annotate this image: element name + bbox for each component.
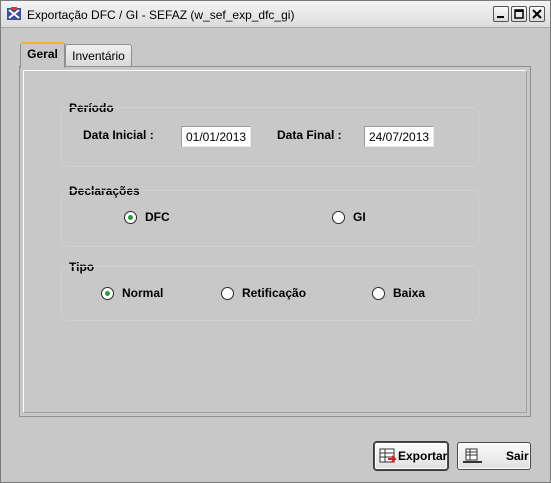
radio-dfc-label: DFC xyxy=(145,210,170,224)
radio-gi-label: GI xyxy=(353,210,366,224)
start-date-label: Data Inicial : xyxy=(83,128,154,142)
title-bar[interactable]: Exportação DFC / GI - SEFAZ (w_sef_exp_d… xyxy=(1,1,550,28)
export-icon xyxy=(379,448,397,463)
exit-button-label: Sair xyxy=(506,449,529,463)
radio-circle xyxy=(372,286,385,300)
radio-gi[interactable]: GI xyxy=(332,210,366,224)
tab-panel-geral: Período Data Inicial : Data Final : Decl… xyxy=(19,66,531,417)
radio-retificacao-label: Retificação xyxy=(242,286,307,300)
radio-circle xyxy=(221,286,234,300)
tab-inventario[interactable]: Inventário xyxy=(65,44,132,68)
radio-dfc[interactable]: DFC xyxy=(124,210,170,224)
export-button[interactable]: Exportar xyxy=(373,441,449,471)
radio-normal[interactable]: Normal xyxy=(101,286,163,300)
maximize-button[interactable] xyxy=(511,6,527,22)
radio-selected-dot xyxy=(128,214,133,220)
radio-selected-dot xyxy=(105,290,110,296)
start-date-input[interactable] xyxy=(181,126,251,147)
tab-geral[interactable]: Geral xyxy=(20,42,65,68)
radio-circle xyxy=(101,286,114,300)
main-window: Exportação DFC / GI - SEFAZ (w_sef_exp_d… xyxy=(0,0,551,483)
tab-panel-inner: Período Data Inicial : Data Final : Decl… xyxy=(23,70,527,413)
export-button-label: Exportar xyxy=(398,449,448,463)
minimize-button[interactable] xyxy=(493,6,509,22)
radio-baixa[interactable]: Baixa xyxy=(372,286,425,300)
window-title: Exportação DFC / GI - SEFAZ (w_sef_exp_d… xyxy=(27,8,295,22)
close-icon xyxy=(532,9,542,19)
radio-baixa-label: Baixa xyxy=(393,286,426,300)
minimize-icon xyxy=(497,16,504,18)
exit-icon xyxy=(463,448,482,463)
radio-circle xyxy=(124,210,137,224)
radio-circle xyxy=(332,210,345,224)
radio-retificacao[interactable]: Retificação xyxy=(221,286,306,300)
end-date-input[interactable] xyxy=(364,126,434,147)
close-button[interactable] xyxy=(529,6,545,22)
maximize-icon xyxy=(514,9,524,19)
app-icon xyxy=(7,7,21,20)
radio-normal-label: Normal xyxy=(122,286,164,300)
end-date-label: Data Final : xyxy=(277,128,342,142)
exit-button[interactable]: Sair xyxy=(457,442,531,470)
